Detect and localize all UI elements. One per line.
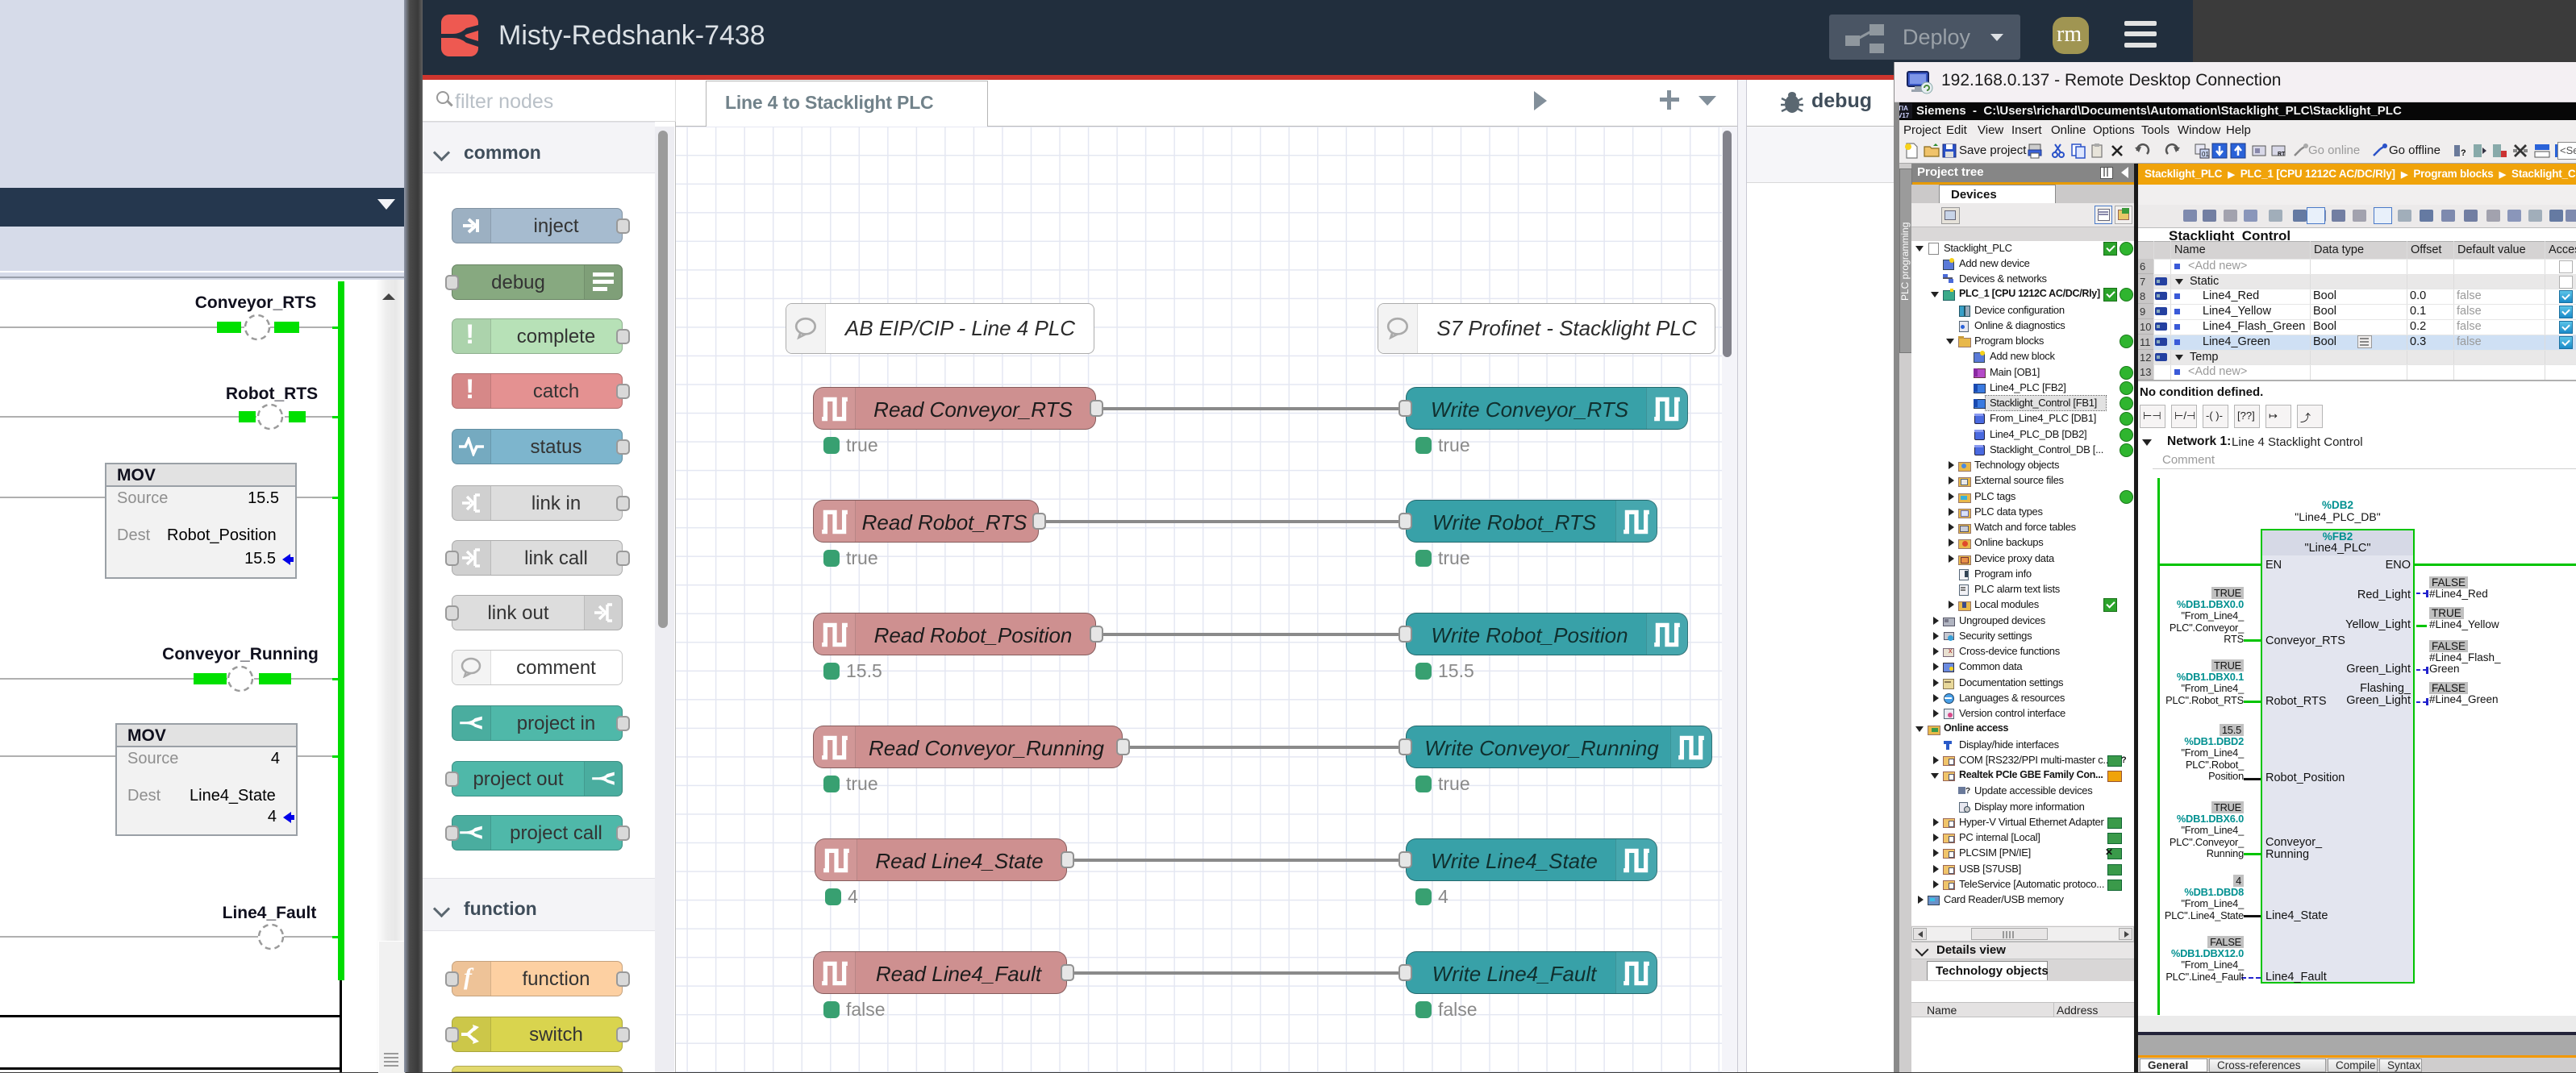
svg-text:01: 01 [2202,151,2209,158]
svg-text:RT: RT [2278,152,2286,157]
svg-text:?: ? [2461,148,2466,158]
